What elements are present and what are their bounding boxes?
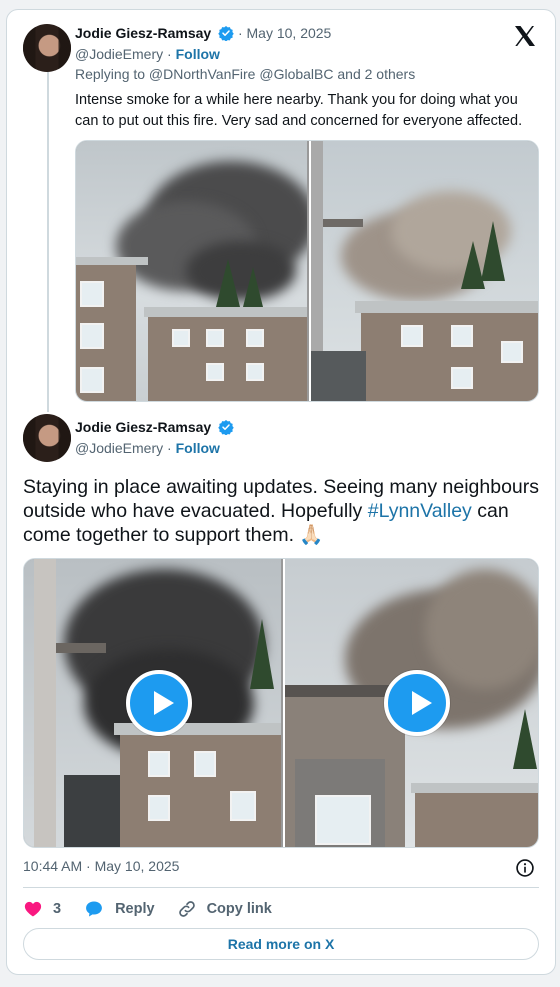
verified-badge-icon [218, 26, 234, 41]
tweet-date[interactable]: · May 10, 2025 [238, 25, 331, 41]
tweet-timestamp[interactable]: 10:44 AM · May 10, 2025 [23, 858, 179, 874]
author-name[interactable]: Jodie Giesz-Ramsay [75, 419, 211, 435]
tweet2-header: Jodie Giesz-Ramsay [75, 417, 234, 437]
follow-button[interactable]: Follow [176, 440, 220, 456]
tweet-text: Intense smoke for a while here nearby. T… [75, 92, 523, 129]
read-more-button[interactable]: Read more on X [23, 928, 539, 960]
photo-smoke-left[interactable] [76, 141, 307, 401]
thread-line [47, 72, 49, 412]
reply-button[interactable]: Reply [83, 899, 155, 919]
reply-bubble-icon [86, 901, 102, 917]
play-icon[interactable] [126, 670, 192, 736]
like-button[interactable]: 3 [23, 899, 61, 919]
copy-link-label: Copy link [206, 901, 272, 917]
embedded-tweet-card: Jodie Giesz-Ramsay · May 10, 2025 @Jodie… [6, 9, 556, 975]
divider [23, 887, 539, 888]
author-handle[interactable]: @JodieEmery [75, 440, 163, 456]
author-handle[interactable]: @JodieEmery [75, 46, 163, 62]
reply-label: Reply [115, 901, 155, 917]
x-logo-icon[interactable] [513, 24, 537, 48]
replying-to-line[interactable]: Replying to @DNorthVanFire @GlobalBC and… [75, 66, 415, 82]
copy-link-button[interactable]: Copy link [177, 899, 272, 919]
hashtag-link[interactable]: #LynnValley [368, 500, 472, 522]
separator-dot: · [167, 46, 172, 62]
tweet-text: Staying in place awaiting updates. Seein… [23, 475, 543, 547]
avatar[interactable] [23, 414, 71, 462]
heart-icon [24, 901, 42, 917]
tweet2-media-grid [23, 558, 539, 848]
info-icon[interactable] [515, 858, 535, 878]
tweet1-header: Jodie Giesz-Ramsay · May 10, 2025 [75, 23, 331, 43]
tweet1-media-grid [75, 140, 539, 402]
action-bar: 3 Reply Copy link [23, 898, 294, 920]
play-icon[interactable] [384, 670, 450, 736]
verified-badge-icon [218, 420, 234, 435]
tweet1-subheader: @JodieEmery · Follow [75, 44, 220, 64]
follow-button[interactable]: Follow [176, 46, 220, 62]
photo-smoke-right[interactable] [309, 141, 538, 401]
separator-dot: · [167, 440, 172, 456]
link-icon [178, 901, 195, 917]
like-count: 3 [53, 901, 62, 917]
tweet2-subheader: @JodieEmery · Follow [75, 438, 220, 458]
author-name[interactable]: Jodie Giesz-Ramsay [75, 25, 211, 41]
avatar[interactable] [23, 24, 71, 72]
